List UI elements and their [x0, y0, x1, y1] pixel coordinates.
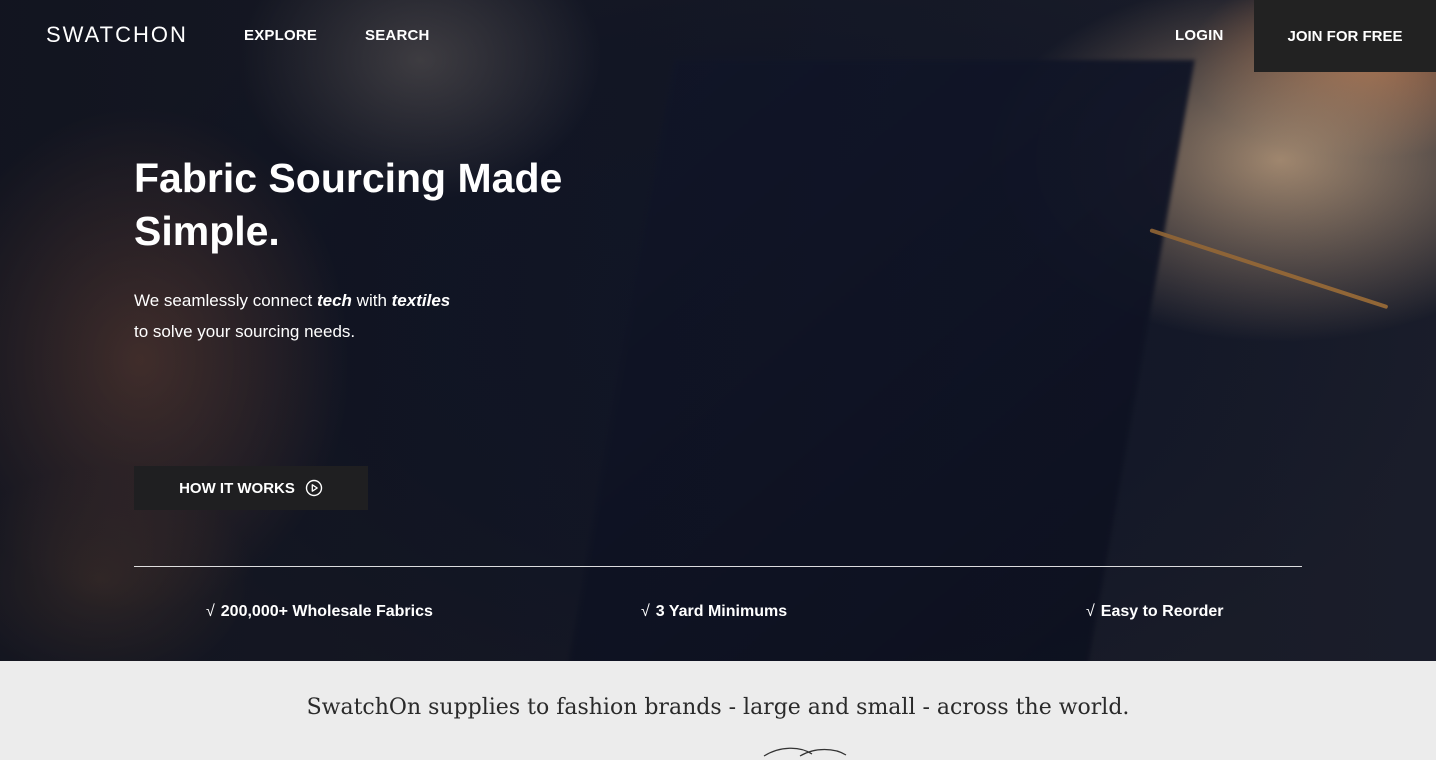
hero-sub-line-1: We seamlessly connect tech with textiles — [134, 285, 450, 316]
partner-brand-logo — [763, 747, 847, 757]
join-for-free-button[interactable]: JOIN FOR FREE — [1254, 0, 1436, 72]
sub-emphasis-textiles: textiles — [391, 291, 451, 310]
hero-sub-line-2: to solve your sourcing needs. — [134, 322, 356, 341]
check-icon: √ — [641, 603, 650, 620]
feature-yard-minimums: √ 3 Yard Minimums — [641, 603, 787, 621]
feature-label: 200,000+ Wholesale Fabrics — [220, 603, 433, 620]
swatchon-logo[interactable]: SWATCHON — [46, 22, 188, 48]
hero-section: SWATCHON EXPLORE SEARCH LOGIN JOIN FOR F… — [0, 0, 1436, 661]
sub-text: We seamlessly connect — [134, 291, 317, 310]
login-link[interactable]: LOGIN — [1175, 27, 1224, 44]
how-it-works-button[interactable]: HOW IT WORKS — [134, 466, 368, 510]
sub-text: with — [351, 291, 392, 310]
nav-explore[interactable]: EXPLORE — [244, 27, 317, 44]
play-circle-icon — [305, 479, 323, 497]
nav-search[interactable]: SEARCH — [365, 27, 430, 44]
sub-emphasis-tech: tech — [316, 291, 352, 310]
hero-divider — [134, 566, 1302, 567]
how-it-works-label: HOW IT WORKS — [179, 479, 295, 497]
feature-wholesale-fabrics: √ 200,000+ Wholesale Fabrics — [206, 603, 433, 621]
check-icon: √ — [206, 603, 215, 620]
check-icon: √ — [1086, 603, 1095, 620]
feature-label: Easy to Reorder — [1100, 603, 1224, 620]
hero-headline: Fabric Sourcing Made Simple. — [134, 155, 563, 254]
supplies-statement: SwatchOn supplies to fashion brands - la… — [306, 695, 1130, 720]
top-nav: SWATCHON EXPLORE SEARCH LOGIN JOIN FOR F… — [0, 0, 1436, 72]
feature-easy-reorder: √ Easy to Reorder — [1086, 603, 1224, 621]
feature-label: 3 Yard Minimums — [655, 603, 788, 620]
hero-subheadline: We seamlessly connect tech with textiles… — [134, 285, 450, 347]
